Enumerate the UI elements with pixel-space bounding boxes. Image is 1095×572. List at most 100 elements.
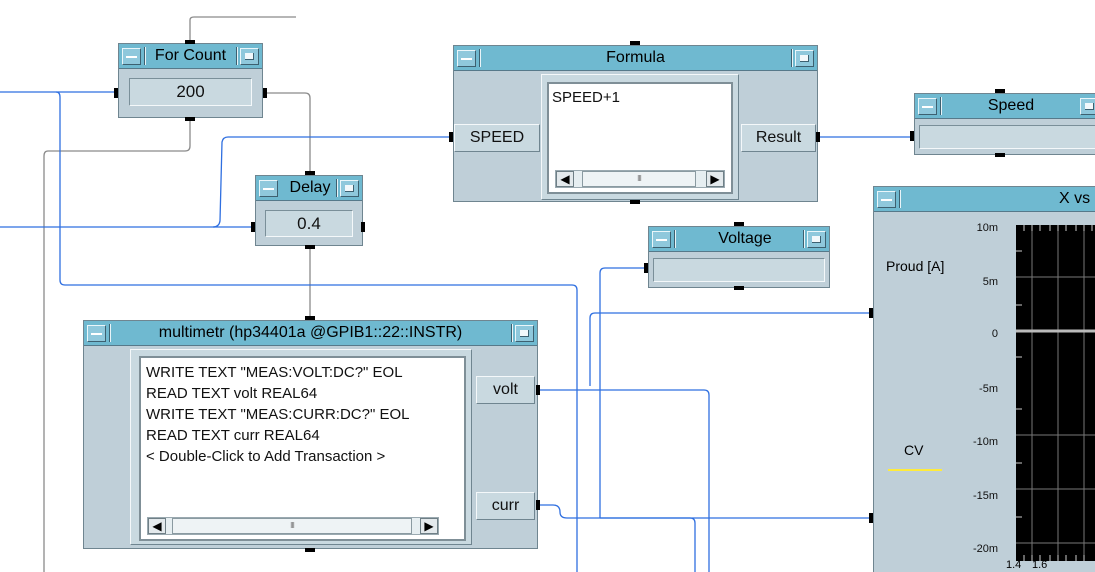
scroll-thumb[interactable]: III bbox=[582, 171, 696, 187]
multimeter-seq-out-pin[interactable] bbox=[305, 548, 315, 552]
y-tick-label: 0 bbox=[991, 328, 998, 340]
for-count-value-field[interactable]: 200 bbox=[129, 78, 252, 106]
object-menu-icon[interactable] bbox=[515, 325, 534, 342]
object-menu-icon[interactable] bbox=[1080, 98, 1095, 115]
delay-input-pin[interactable] bbox=[251, 222, 255, 232]
formula-seq-in-pin[interactable] bbox=[630, 41, 640, 45]
object-menu-icon[interactable] bbox=[240, 48, 259, 65]
xy-display-title-bar[interactable]: X vs bbox=[874, 187, 1095, 212]
title-separator bbox=[236, 47, 238, 65]
delay-object[interactable]: Delay 0.4 bbox=[255, 175, 363, 246]
plot-area[interactable] bbox=[1016, 225, 1095, 561]
multimeter-transaction-list[interactable]: WRITE TEXT "MEAS:VOLT:DC?" EOL READ TEXT… bbox=[139, 356, 466, 541]
multimeter-output-terminal-volt[interactable]: volt bbox=[476, 376, 535, 404]
multimeter-horizontal-scrollbar[interactable]: ◀ III ▶ bbox=[147, 517, 439, 535]
for-count-output-pin[interactable] bbox=[263, 88, 267, 98]
scroll-left-icon[interactable]: ◀ bbox=[556, 171, 574, 187]
y-tick-label: 10m bbox=[976, 222, 998, 234]
object-menu-icon[interactable] bbox=[340, 180, 359, 197]
scroll-thumb[interactable]: III bbox=[172, 518, 412, 534]
y-tick-label: -10m bbox=[972, 436, 998, 448]
xy-x-input-pin[interactable] bbox=[869, 308, 873, 318]
y-tick-label: -15m bbox=[972, 490, 998, 502]
multimeter-title: multimetr (hp34401a @GPIB1::22::INSTR) bbox=[158, 324, 463, 341]
formula-expression: SPEED+1 bbox=[552, 89, 620, 106]
title-separator bbox=[109, 324, 111, 342]
voltage-title: Voltage bbox=[718, 230, 772, 247]
formula-output-terminal-result[interactable]: Result bbox=[741, 124, 816, 152]
scroll-left-icon[interactable]: ◀ bbox=[148, 518, 166, 534]
object-menu-icon[interactable] bbox=[807, 231, 826, 248]
scroll-right-icon[interactable]: ▶ bbox=[420, 518, 438, 534]
scroll-right-icon[interactable]: ▶ bbox=[706, 171, 724, 187]
speed-display-object[interactable]: Speed bbox=[914, 93, 1095, 155]
minimize-icon[interactable] bbox=[877, 191, 896, 208]
for-count-title-bar[interactable]: For Count bbox=[119, 44, 262, 69]
voltage-seq-in-pin[interactable] bbox=[734, 222, 744, 226]
voltage-input-pin[interactable] bbox=[644, 263, 648, 273]
xy-y-input-pin[interactable] bbox=[869, 513, 873, 523]
volt-output-pin[interactable] bbox=[536, 385, 540, 395]
trace-legend-name: CV bbox=[904, 442, 924, 458]
delay-output-pin[interactable] bbox=[361, 222, 365, 232]
delay-value-field[interactable]: 0.4 bbox=[265, 210, 353, 237]
multimeter-object[interactable]: multimetr (hp34401a @GPIB1::22::INSTR) W… bbox=[83, 320, 538, 549]
multimeter-output-terminal-curr[interactable]: curr bbox=[476, 492, 535, 520]
transaction-row[interactable]: READ TEXT volt REAL64 bbox=[146, 383, 317, 404]
speed-title: Speed bbox=[987, 97, 1035, 114]
formula-object[interactable]: Formula SPEED Result SPEED+1 ◀ III ▶ bbox=[453, 45, 818, 202]
xy-display-title: X vs bbox=[1059, 190, 1091, 207]
formula-seq-out-pin[interactable] bbox=[630, 200, 640, 204]
for-count-seq-in-pin[interactable] bbox=[185, 40, 195, 44]
formula-input-pin[interactable] bbox=[449, 132, 453, 142]
multimeter-seq-in-pin[interactable] bbox=[305, 316, 315, 320]
voltage-title-bar[interactable]: Voltage bbox=[649, 227, 829, 252]
formula-title: Formula bbox=[606, 49, 665, 66]
speed-input-pin[interactable] bbox=[910, 131, 914, 141]
object-menu-icon[interactable] bbox=[795, 50, 814, 67]
curr-output-pin[interactable] bbox=[536, 500, 540, 510]
title-separator bbox=[511, 324, 513, 342]
formula-expression-editor[interactable]: SPEED+1 ◀ III ▶ bbox=[547, 82, 733, 194]
title-separator bbox=[803, 230, 805, 248]
y-tick-label: -5m bbox=[979, 383, 998, 395]
trace-legend-line bbox=[888, 469, 942, 471]
minimize-icon[interactable] bbox=[87, 325, 106, 342]
xy-display-object[interactable]: X vs Proud [A] CV 10m 5m 0 -5m -10m -15m… bbox=[873, 186, 1095, 572]
speed-value-field bbox=[919, 125, 1095, 149]
title-separator bbox=[336, 179, 338, 197]
minimize-icon[interactable] bbox=[918, 98, 937, 115]
voltage-value-field bbox=[653, 258, 825, 282]
transaction-row[interactable]: READ TEXT curr REAL64 bbox=[146, 425, 320, 446]
formula-output-pin[interactable] bbox=[816, 132, 820, 142]
formula-title-bar[interactable]: Formula bbox=[454, 46, 817, 71]
for-count-title: For Count bbox=[154, 47, 227, 64]
speed-seq-in-pin[interactable] bbox=[995, 89, 1005, 93]
x-tick-label: 1.6 bbox=[1032, 559, 1048, 571]
title-separator bbox=[791, 49, 793, 67]
delay-seq-in-pin[interactable] bbox=[305, 171, 315, 175]
delay-seq-out-pin[interactable] bbox=[305, 245, 315, 249]
y-tick-label: 5m bbox=[982, 276, 998, 288]
voltage-display-object[interactable]: Voltage bbox=[648, 226, 830, 288]
y-axis-label: Proud [A] bbox=[886, 258, 945, 274]
transaction-row[interactable]: WRITE TEXT "MEAS:VOLT:DC?" EOL bbox=[146, 362, 403, 383]
y-tick-label: -20m bbox=[972, 543, 998, 555]
delay-title-bar[interactable]: Delay bbox=[256, 176, 362, 201]
for-count-object[interactable]: For Count 200 bbox=[118, 43, 263, 118]
speed-seq-out-pin[interactable] bbox=[995, 153, 1005, 157]
minimize-icon[interactable] bbox=[652, 231, 671, 248]
for-count-seq-out-pin[interactable] bbox=[185, 117, 195, 121]
speed-title-bar[interactable]: Speed bbox=[915, 94, 1095, 119]
x-tick-label: 1.4 bbox=[1006, 559, 1022, 571]
plot-grid bbox=[1016, 225, 1095, 561]
formula-input-terminal-speed[interactable]: SPEED bbox=[454, 124, 540, 152]
title-separator bbox=[899, 190, 901, 208]
formula-horizontal-scrollbar[interactable]: ◀ III ▶ bbox=[555, 170, 725, 188]
voltage-seq-out-pin[interactable] bbox=[734, 286, 744, 290]
transaction-row[interactable]: WRITE TEXT "MEAS:CURR:DC?" EOL bbox=[146, 404, 409, 425]
add-transaction-row[interactable]: < Double-Click to Add Transaction > bbox=[146, 446, 385, 467]
delay-title: Delay bbox=[289, 179, 331, 196]
for-count-input-pin[interactable] bbox=[114, 88, 118, 98]
multimeter-title-bar[interactable]: multimetr (hp34401a @GPIB1::22::INSTR) bbox=[84, 321, 537, 346]
